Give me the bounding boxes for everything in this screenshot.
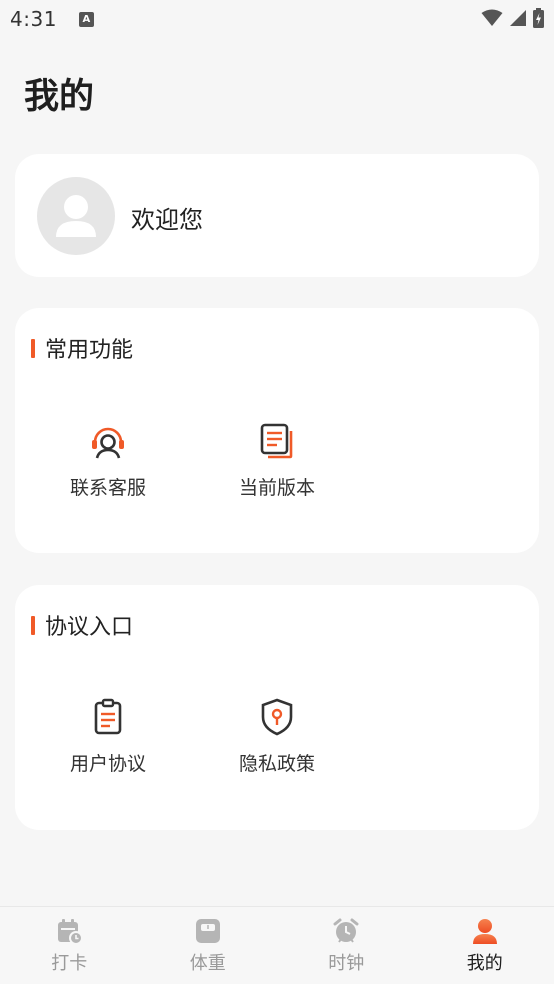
status-bar: 4:31 A [0, 0, 554, 38]
privacy-policy-button[interactable]: 隐私政策 [217, 697, 337, 776]
bottom-nav: 打卡 体重 时钟 我的 [0, 906, 554, 984]
user-agreement-button[interactable]: 用户协议 [48, 697, 168, 776]
person-icon [472, 919, 497, 944]
status-indicators [481, 8, 544, 28]
scale-icon [195, 919, 220, 943]
current-version-button[interactable]: 当前版本 [217, 421, 337, 500]
document-stack-icon [260, 423, 293, 459]
nav-item-weight[interactable]: 体重 [139, 907, 278, 984]
battery-icon [533, 8, 544, 28]
avatar[interactable] [37, 177, 115, 255]
contact-service-label: 联系客服 [69, 477, 146, 499]
shield-icon [261, 698, 293, 736]
nav-label-checkin: 打卡 [51, 953, 88, 974]
default-avatar-icon [56, 195, 96, 237]
alarm-clock-icon [333, 918, 359, 943]
headset-icon [92, 427, 124, 459]
privacy-policy-label: 隐私政策 [238, 753, 315, 775]
section-accent-bar [31, 615, 35, 635]
signal-icon [510, 10, 526, 26]
common-functions-card: 常用功能 联系客服 当前版本 [15, 308, 539, 553]
section-header: 协议入口 [31, 609, 133, 641]
nav-label-clock: 时钟 [328, 953, 365, 974]
clipboard-icon [94, 698, 122, 735]
section-title: 常用功能 [45, 338, 134, 363]
nav-label-weight: 体重 [189, 953, 226, 974]
current-version-label: 当前版本 [238, 477, 315, 499]
nav-item-clock[interactable]: 时钟 [277, 907, 416, 984]
contact-service-button[interactable]: 联系客服 [48, 421, 168, 500]
nav-item-checkin[interactable]: 打卡 [0, 907, 139, 984]
section-header: 常用功能 [31, 332, 133, 364]
status-time: 4:31 [10, 7, 57, 31]
agreements-card: 协议入口 用户协议 隐私政策 [15, 585, 539, 830]
section-title: 协议入口 [45, 615, 134, 640]
section-accent-bar [31, 338, 35, 358]
nav-label-mine: 我的 [466, 953, 503, 974]
accessibility-a-icon: A [78, 11, 94, 27]
welcome-text: 欢迎您 [131, 206, 203, 234]
wifi-icon [481, 9, 503, 26]
nav-item-mine[interactable]: 我的 [416, 907, 554, 984]
profile-card[interactable]: 欢迎您 [15, 154, 539, 277]
user-agreement-label: 用户协议 [69, 753, 146, 775]
calendar-check-icon [58, 919, 84, 945]
page-title: 我的 [24, 77, 95, 117]
